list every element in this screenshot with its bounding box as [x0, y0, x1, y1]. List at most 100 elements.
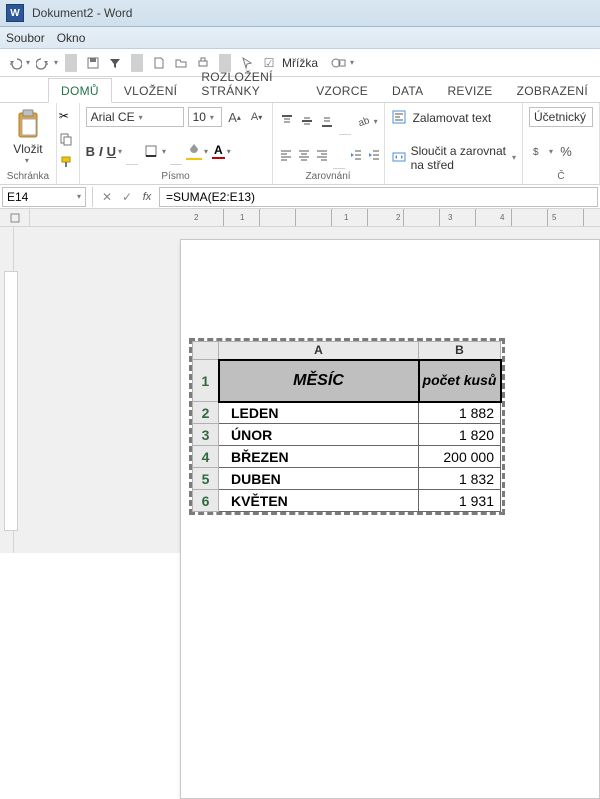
select-all-corner[interactable] — [193, 342, 219, 360]
orientation-dropdown-icon[interactable]: ▾ — [374, 117, 378, 126]
embedded-spreadsheet[interactable]: A B 1 MĚSÍC počet kusů 2 LEDEN 1 882 3 — [189, 338, 505, 515]
increase-font-icon[interactable]: A▴ — [226, 108, 244, 126]
underline-dropdown-icon[interactable]: ▾ — [118, 147, 122, 156]
shapes-icon[interactable] — [330, 54, 348, 72]
redo-icon[interactable] — [34, 54, 52, 72]
cell-month[interactable]: LEDEN — [219, 402, 419, 424]
row-header[interactable]: 4 — [193, 446, 219, 468]
page[interactable]: A B 1 MĚSÍC počet kusů 2 LEDEN 1 882 3 — [180, 239, 600, 799]
tab-formulas[interactable]: VZORCE — [304, 79, 380, 102]
save-icon[interactable] — [84, 54, 102, 72]
separator — [92, 187, 93, 207]
group-wrap-merge: Zalamovat text Sloučit a zarovnat na stř… — [385, 103, 523, 184]
merge-dropdown-icon[interactable]: ▾ — [512, 153, 516, 162]
tab-data[interactable]: DATA — [380, 79, 435, 102]
col-header-a[interactable]: A — [219, 342, 419, 360]
decrease-indent-icon[interactable] — [349, 146, 363, 164]
menu-file[interactable]: Soubor — [6, 31, 45, 45]
align-bottom-icon[interactable] — [319, 112, 335, 130]
increase-indent-icon[interactable] — [367, 146, 381, 164]
cancel-formula-icon[interactable]: ✕ — [97, 187, 117, 207]
paste-dropdown-icon[interactable]: ▾ — [25, 156, 29, 165]
filter-icon[interactable] — [106, 54, 124, 72]
orientation-icon[interactable]: ab — [355, 112, 371, 130]
separator — [126, 137, 138, 165]
align-center-icon[interactable] — [297, 146, 311, 164]
name-box[interactable]: E14 ▾ — [2, 187, 86, 207]
redo-dropdown-icon[interactable]: ▾ — [54, 58, 58, 67]
border-icon[interactable] — [142, 142, 160, 160]
cell-qty[interactable]: 1 832 — [419, 468, 501, 490]
wrap-text-button[interactable]: Zalamovat text — [391, 107, 516, 129]
align-middle-icon[interactable] — [299, 112, 315, 130]
align-top-icon[interactable] — [279, 112, 295, 130]
new-icon[interactable] — [150, 54, 168, 72]
name-box-dropdown-icon[interactable]: ▾ — [77, 192, 81, 201]
row-header[interactable]: 5 — [193, 468, 219, 490]
tab-review[interactable]: REVIZE — [435, 79, 504, 102]
accept-formula-icon[interactable]: ✓ — [117, 187, 137, 207]
header-month[interactable]: MĚSÍC — [219, 360, 419, 402]
cell-month[interactable]: KVĚTEN — [219, 490, 419, 512]
align-left-icon[interactable] — [279, 146, 293, 164]
cell-qty[interactable]: 200 000 — [419, 446, 501, 468]
bold-button[interactable]: B — [86, 144, 95, 159]
font-name-combo[interactable]: Arial CE▾ — [86, 107, 184, 127]
fontcolor-dropdown-icon[interactable]: ▾ — [227, 147, 231, 156]
merge-center-button[interactable]: Sloučit a zarovnat na střed ▾ — [391, 147, 516, 169]
currency-icon[interactable]: $ — [529, 142, 547, 160]
cell-qty[interactable]: 1 882 — [419, 402, 501, 424]
cell-month[interactable]: ÚNOR — [219, 424, 419, 446]
group-clipboard-side: ✂ — [57, 103, 80, 184]
separator — [65, 54, 77, 72]
formula-input[interactable]: =SUMA(E2:E13) — [159, 187, 598, 207]
decrease-font-icon[interactable]: A▾ — [248, 108, 266, 126]
italic-button[interactable]: I — [99, 144, 103, 159]
font-color-button[interactable]: A — [212, 143, 225, 159]
open-icon[interactable] — [172, 54, 190, 72]
format-painter-icon[interactable] — [59, 155, 77, 169]
underline-button[interactable]: U — [107, 144, 116, 159]
number-format-combo[interactable]: Účetnický — [529, 107, 593, 127]
row-header[interactable]: 1 — [193, 360, 219, 402]
copy-icon[interactable] — [59, 132, 77, 146]
font-size-combo[interactable]: 10▾ — [188, 107, 222, 127]
merge-center-label: Sloučit a zarovnat na střed — [411, 144, 510, 172]
cell-month[interactable]: DUBEN — [219, 468, 419, 490]
undo-icon[interactable] — [6, 54, 24, 72]
undo-dropdown-icon[interactable]: ▾ — [26, 58, 30, 67]
border-dropdown-icon[interactable]: ▾ — [162, 147, 166, 156]
fill-dropdown-icon[interactable]: ▾ — [204, 147, 208, 156]
tab-home[interactable]: DOMŮ — [48, 78, 112, 103]
tab-layout[interactable]: ROZLOŽENÍ STRÁNKY — [189, 65, 304, 102]
formula-bar: E14 ▾ ✕ ✓ fx =SUMA(E2:E13) — [0, 185, 600, 209]
ruler-toggle-icon[interactable] — [0, 209, 30, 226]
number-format-value: Účetnický — [534, 110, 586, 124]
horizontal-ruler[interactable]: 2 1 1 2 3 4 5 — [188, 209, 600, 226]
cut-icon[interactable]: ✂ — [59, 109, 77, 123]
menu-window[interactable]: Okno — [57, 31, 86, 45]
cell-qty[interactable]: 1 931 — [419, 490, 501, 512]
col-header-b[interactable]: B — [419, 342, 501, 360]
align-right-icon[interactable] — [315, 146, 329, 164]
ruler-mark: 4 — [500, 213, 504, 222]
paste-button[interactable]: Vložit ▾ — [6, 109, 50, 165]
shapes-dropdown-icon[interactable]: ▾ — [350, 58, 354, 67]
tab-insert[interactable]: VLOŽENÍ — [112, 79, 189, 102]
group-label-number: Č — [529, 169, 593, 182]
fill-color-button[interactable] — [186, 143, 202, 160]
header-qty[interactable]: počet kusů — [419, 360, 501, 402]
tab-view[interactable]: ZOBRAZENÍ — [505, 79, 600, 102]
svg-text:ab: ab — [357, 115, 370, 128]
percent-icon[interactable]: % — [557, 142, 575, 160]
ruler-mark: 1 — [344, 213, 348, 222]
row-header[interactable]: 3 — [193, 424, 219, 446]
group-font: Arial CE▾ 10▾ A▴ A▾ B I U▾ ▾ ▾ A▾ Písmo — [80, 103, 273, 184]
vertical-ruler[interactable] — [0, 227, 14, 553]
fx-icon[interactable]: fx — [137, 187, 157, 207]
cell-qty[interactable]: 1 820 — [419, 424, 501, 446]
row-header[interactable]: 2 — [193, 402, 219, 424]
currency-dropdown-icon[interactable]: ▾ — [549, 147, 553, 156]
row-header[interactable]: 6 — [193, 490, 219, 512]
cell-month[interactable]: BŘEZEN — [219, 446, 419, 468]
